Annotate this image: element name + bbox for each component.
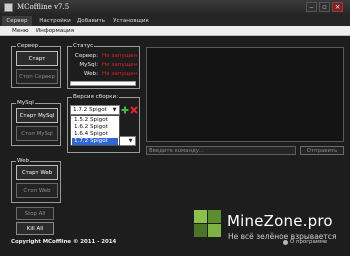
server-start-label: Старт bbox=[28, 55, 46, 62]
chevron-down-icon: ▼ bbox=[128, 138, 133, 144]
stop-all-label: Stop All bbox=[24, 210, 46, 217]
status-group-label: Статус bbox=[72, 43, 95, 50]
build-option[interactable]: 1.6.2 Spigot bbox=[72, 124, 118, 131]
web-start-label: Старт Web bbox=[21, 169, 53, 176]
build-option[interactable]: 1.5.2 Spigot bbox=[72, 117, 118, 124]
status-value-web: Не запущен bbox=[102, 71, 138, 77]
web-group-label: Web bbox=[16, 158, 31, 165]
status-key-server: Сервер: bbox=[74, 53, 98, 59]
mysql-stop-label: Стоп MySql bbox=[21, 130, 53, 137]
status-value-server: Не запущен bbox=[102, 53, 138, 59]
status-value-mysql: Не запущен bbox=[102, 62, 138, 68]
web-stop-button[interactable]: Стоп Web bbox=[16, 183, 58, 198]
kill-all-label: Kill All bbox=[26, 225, 44, 232]
watermark-logo-tile bbox=[194, 210, 207, 223]
info-icon bbox=[283, 240, 288, 245]
app-window: MCoffline v7.5 ‒ ▫ × Сервер Настройки До… bbox=[0, 0, 350, 256]
watermark-title: MineZone.pro bbox=[227, 212, 333, 230]
command-input[interactable]: Введите команду... bbox=[146, 146, 296, 155]
build-option-selected[interactable]: 1.7.2 Spigot bbox=[72, 138, 118, 145]
plus-icon[interactable] bbox=[121, 106, 129, 114]
mysql-start-label: Старт MySql bbox=[19, 112, 55, 119]
send-button[interactable]: Отправить bbox=[300, 146, 344, 155]
mysql-stop-button[interactable]: Стоп MySql bbox=[16, 126, 58, 141]
title-bar: MCoffline v7.5 ‒ ▫ × bbox=[0, 0, 350, 16]
minimize-button[interactable]: ‒ bbox=[306, 2, 317, 12]
watermark-logo-tile bbox=[208, 224, 221, 237]
status-key-web: Web: bbox=[83, 71, 98, 77]
console-output[interactable] bbox=[146, 47, 344, 142]
tab-installer[interactable]: Установщик bbox=[108, 16, 154, 26]
watermark-logo-tile bbox=[194, 224, 207, 237]
mysql-start-button[interactable]: Старт MySql bbox=[16, 108, 58, 123]
command-placeholder: Введите команду... bbox=[149, 148, 205, 154]
mysql-group-label: MySql bbox=[16, 100, 35, 107]
tab-server[interactable]: Сервер bbox=[2, 16, 32, 26]
app-icon bbox=[4, 3, 13, 12]
kill-all-button[interactable]: Kill All bbox=[16, 222, 54, 235]
maximize-button[interactable]: ▫ bbox=[319, 2, 330, 12]
chevron-down-icon: ▼ bbox=[112, 107, 117, 113]
tab-settings[interactable]: Настройки bbox=[36, 16, 74, 26]
menu-bar: Меню Информация bbox=[0, 26, 350, 36]
status-progress-bar bbox=[70, 81, 136, 86]
build-version-selected: 1.7.2 Spigot bbox=[73, 107, 107, 113]
build-version-dropdown-overlay: 1.5.2 Spigot 1.6.2 Spigot 1.6.4 Spigot 1… bbox=[70, 115, 120, 146]
server-stop-label: Стоп Сервер bbox=[19, 73, 55, 80]
build-option[interactable]: 1.6.4 Spigot bbox=[72, 131, 118, 138]
close-icon[interactable] bbox=[130, 106, 138, 114]
server-group-label: Сервер bbox=[16, 43, 40, 50]
close-window-button[interactable]: × bbox=[332, 2, 343, 12]
web-start-button[interactable]: Старт Web bbox=[16, 165, 58, 180]
about-link[interactable]: О программе bbox=[290, 239, 327, 245]
send-label: Отправить bbox=[306, 147, 338, 154]
build-group-label: Версия сборки: bbox=[72, 94, 120, 101]
window-title: MCoffline v7.5 bbox=[17, 3, 70, 11]
server-stop-button[interactable]: Стоп Сервер bbox=[16, 69, 58, 84]
menu-item-menu[interactable]: Меню bbox=[12, 26, 29, 36]
build-version-select[interactable]: 1.7.2 Spigot ▼ bbox=[70, 105, 120, 115]
stop-all-button[interactable]: Stop All bbox=[16, 207, 54, 220]
tab-bar: Сервер Настройки Добавить Установщик bbox=[0, 16, 350, 26]
tab-add[interactable]: Добавить bbox=[74, 16, 108, 26]
server-start-button[interactable]: Старт bbox=[16, 51, 58, 66]
watermark-logo-tile bbox=[208, 210, 221, 223]
status-key-mysql: MySql: bbox=[79, 62, 98, 68]
web-stop-label: Стоп Web bbox=[23, 187, 51, 194]
footer-copyright: Copyright MCoffline © 2011 - 2014 bbox=[11, 239, 117, 245]
menu-item-info[interactable]: Информация bbox=[36, 26, 74, 36]
